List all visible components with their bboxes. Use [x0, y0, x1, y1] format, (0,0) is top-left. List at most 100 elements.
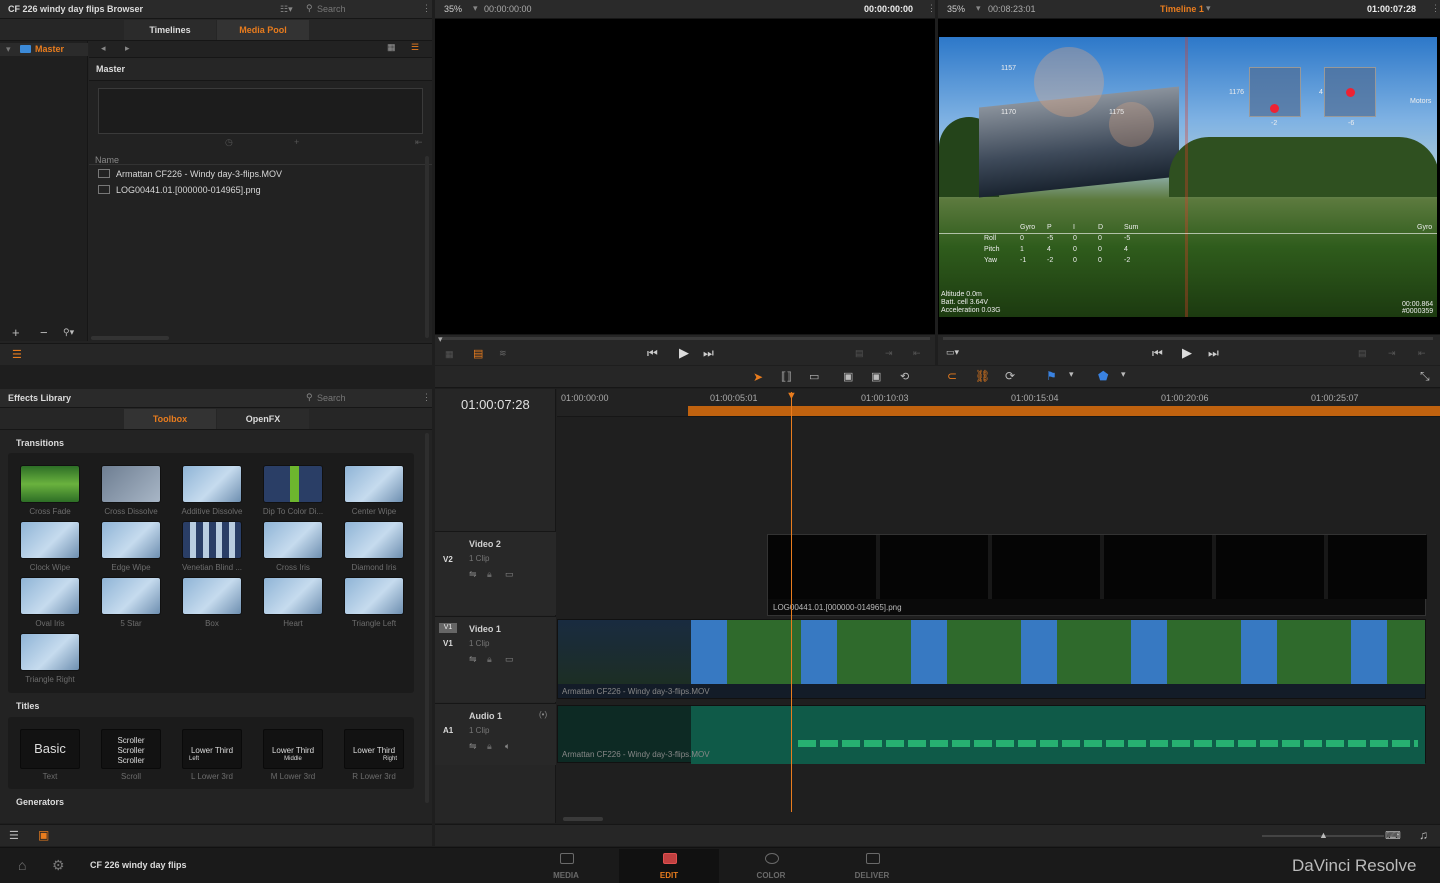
insert-clip-icon[interactable]: ▣ [843, 370, 853, 383]
options-icon[interactable]: ⋮ [1431, 3, 1440, 14]
replace-clip-icon[interactable]: ⟲ [900, 370, 909, 383]
title-thumb[interactable]: Basic [20, 729, 80, 769]
chevron-down-icon[interactable]: ▾ [1206, 3, 1211, 14]
chevron-down-icon[interactable]: ▾ [473, 3, 478, 14]
zoom-slider-handle[interactable]: ▲ [1319, 830, 1328, 840]
audio-wave-icon[interactable]: ≋ [499, 348, 507, 359]
trim-tool-icon[interactable]: ⟦⟧ [781, 370, 792, 383]
forward-icon[interactable]: ▸ [125, 43, 130, 54]
source-scrubber[interactable] [440, 337, 930, 340]
title-thumb[interactable]: Scroller Scroller Scroller [101, 729, 161, 769]
track-header-v2[interactable]: V2 Video 2 1 Clip ⇋ 🔒︎ ▭ [435, 531, 556, 615]
transition-thumb[interactable] [263, 521, 323, 559]
timeline-clip-a1[interactable]: Armattan CF226 - Windy day-3-flips.MOV [557, 705, 1426, 764]
auto-select-icon[interactable]: ⇋ [469, 654, 477, 665]
auto-select-icon[interactable]: ⇋ [469, 741, 477, 752]
link-icon[interactable]: ⛓ [975, 369, 990, 383]
sidebar-toggle-icon[interactable]: ☰ [9, 829, 19, 842]
play-icon[interactable]: ▶ [679, 345, 689, 361]
list-view-icon[interactable]: ☰ [411, 42, 419, 53]
title-thumb[interactable]: Lower Third Right [344, 729, 404, 769]
music-note-icon[interactable]: ♫ [1419, 828, 1428, 842]
list-item[interactable]: Armattan CF226 - Windy day-3-flips.MOV [89, 167, 429, 181]
fullscreen-icon[interactable]: ⤡ [1420, 369, 1430, 384]
zoom-icon[interactable]: ⚲▾ [63, 327, 74, 338]
transition-thumb[interactable] [20, 577, 80, 615]
source-zoom[interactable]: 35% [444, 4, 462, 14]
effects-search[interactable]: Search [317, 393, 346, 403]
transition-thumb[interactable] [101, 521, 161, 559]
chevron-down-icon[interactable]: ▾ [1069, 369, 1074, 380]
options-icon[interactable]: ⋮ [422, 3, 431, 14]
transition-thumb[interactable] [182, 521, 242, 559]
next-edit-icon[interactable]: ⇥ [1388, 348, 1396, 359]
tab-openfx[interactable]: OpenFX [217, 409, 309, 429]
next-edit-icon[interactable]: ⇥ [885, 348, 893, 359]
transition-thumb[interactable] [101, 465, 161, 503]
tab-media-pool[interactable]: Media Pool [217, 20, 309, 40]
page-color[interactable]: COLOR [721, 849, 821, 883]
transition-thumb[interactable] [101, 577, 161, 615]
transition-thumb[interactable] [20, 521, 80, 559]
add-bin-icon[interactable]: + [12, 325, 20, 340]
monitor-icon[interactable]: ▭ [505, 569, 514, 580]
toolbox-icon[interactable]: ▣ [38, 828, 49, 842]
transition-thumb[interactable] [263, 577, 323, 615]
prev-edit-icon[interactable]: ⇤ [1418, 348, 1426, 359]
timeline-ruler[interactable] [557, 389, 1440, 417]
timeline-zoom[interactable]: 35% [947, 4, 965, 14]
filmstrip-icon[interactable]: ▤ [473, 347, 483, 360]
playhead[interactable] [791, 392, 792, 812]
scrollbar[interactable] [425, 433, 429, 803]
lock-icon[interactable]: 🔒︎ [487, 569, 492, 580]
page-deliver[interactable]: DELIVER [822, 849, 922, 883]
scrollbar[interactable] [425, 156, 429, 338]
bin-master[interactable]: ▾ Master [0, 43, 88, 56]
transition-thumb[interactable] [182, 465, 242, 503]
clip-icon[interactable]: ▦ [445, 349, 454, 360]
snapping-icon[interactable]: ⊂ [947, 369, 957, 383]
transition-thumb[interactable] [344, 465, 404, 503]
timeline-clip-v2[interactable]: LOG00441.01.[000000-014965].png [767, 534, 1427, 616]
sort-icon[interactable]: ☷▾ [280, 4, 293, 15]
timeline-scrubber[interactable] [943, 337, 1433, 340]
grid-view-icon[interactable]: ▦ [387, 42, 396, 53]
horizontal-scrollbar[interactable] [563, 817, 603, 821]
bin-list-icon[interactable]: ☰ [12, 348, 22, 361]
track-header-a1[interactable]: A1 Audio 1 1 Clip (•) ⇋ 🔒︎ 🔈︎ [435, 703, 556, 765]
transition-thumb[interactable] [20, 633, 80, 671]
track-header-v1[interactable]: V1 V1 Video 1 1 Clip ⇋ 🔒︎ ▭ [435, 616, 556, 702]
playhead-marker[interactable]: ▾ [438, 334, 443, 345]
play-icon[interactable]: ▶ [1182, 345, 1192, 361]
gear-icon[interactable]: ⚙ [52, 857, 65, 874]
timeline-clip-v1[interactable]: Armattan CF226 - Windy day-3-flips.MOV [557, 619, 1426, 699]
marker-icon[interactable]: ⬟ [1098, 369, 1108, 383]
forward-end-icon[interactable]: ⏭ [703, 346, 714, 361]
monitor-icon[interactable]: ▭ [505, 654, 514, 665]
tab-toolbox[interactable]: Toolbox [124, 409, 216, 429]
blade-tool-icon[interactable]: ▭ [809, 370, 819, 383]
audio-level-icon[interactable]: (•) [539, 710, 547, 719]
timeline-name[interactable]: Timeline 1 [1160, 4, 1204, 14]
back-icon[interactable]: ◂ [101, 43, 106, 54]
media-pool-search[interactable]: Search [317, 4, 346, 14]
title-thumb[interactable]: Lower Third Middle [263, 729, 323, 769]
match-frame-icon[interactable]: ▤ [855, 348, 864, 359]
rewind-icon[interactable]: ⏮ [647, 346, 658, 361]
tab-timelines[interactable]: Timelines [124, 20, 216, 40]
list-item[interactable]: LOG00441.01.[000000-014965].png [89, 183, 429, 197]
page-media[interactable]: MEDIA [516, 849, 616, 883]
lock-icon[interactable]: 🔒︎ [487, 654, 492, 665]
title-thumb[interactable]: Lower Third Left [182, 729, 242, 769]
options-icon[interactable]: ⋮ [422, 392, 431, 403]
flag-icon[interactable]: ⚑ [1046, 369, 1057, 383]
chevron-down-icon[interactable]: ▾ [976, 3, 981, 14]
remove-bin-icon[interactable]: − [40, 325, 48, 340]
forward-end-icon[interactable]: ⏭ [1208, 346, 1219, 361]
horizontal-scrollbar[interactable] [91, 336, 169, 340]
loop-icon[interactable]: ⟳ [1005, 369, 1015, 383]
playhead-handle[interactable]: ▼ [786, 390, 797, 402]
options-icon[interactable]: ⋮ [927, 3, 936, 14]
chevron-down-icon[interactable]: ▾ [1121, 369, 1126, 380]
lock-icon[interactable]: 🔒︎ [487, 741, 492, 752]
